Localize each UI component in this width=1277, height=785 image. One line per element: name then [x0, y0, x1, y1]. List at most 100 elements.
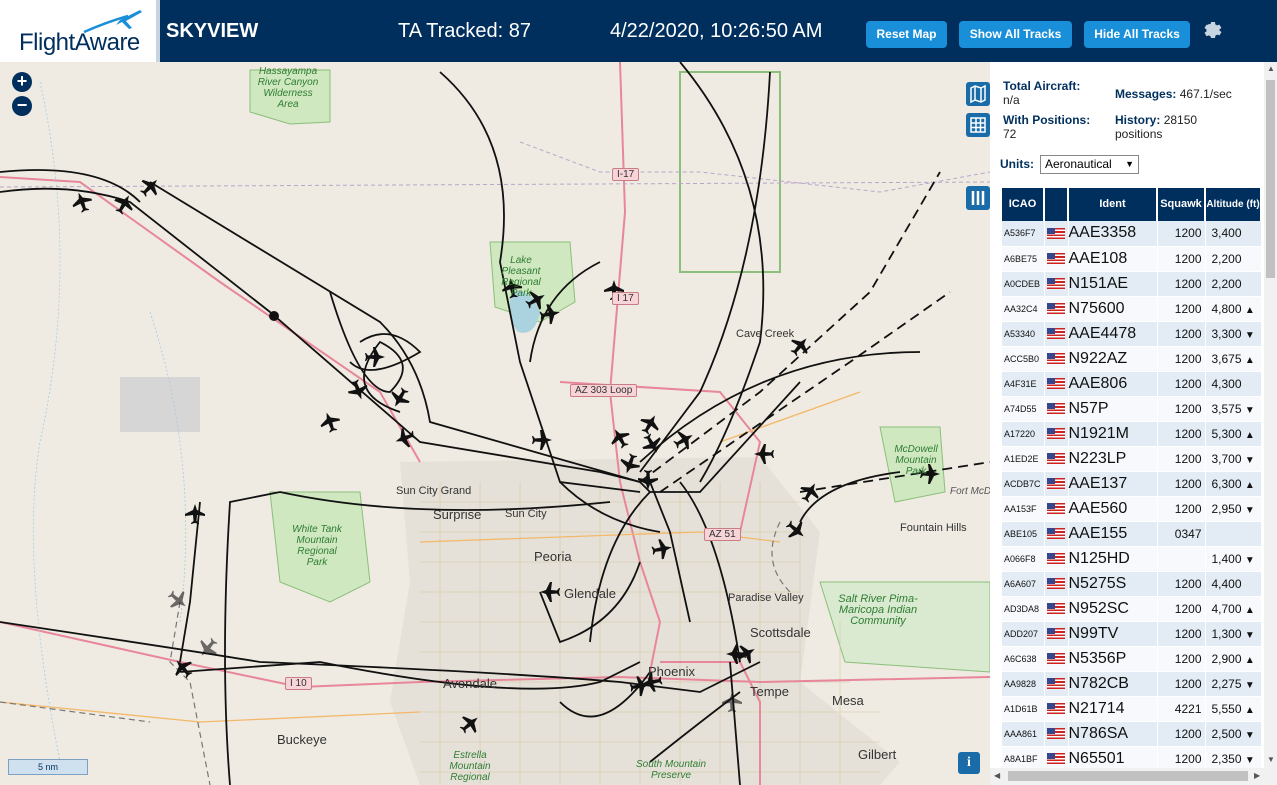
- aircraft-icon[interactable]: [638, 470, 658, 490]
- altitude-value: 4,400: [1211, 576, 1242, 591]
- altitude-cell: 2,500 ▼: [1205, 721, 1262, 747]
- scroll-left-arrow-icon[interactable]: ◀: [994, 771, 1000, 780]
- scroll-down-arrow-icon[interactable]: ▼: [1267, 755, 1275, 764]
- aircraft-icon[interactable]: [636, 410, 664, 438]
- altitude-cell: 2,200: [1205, 271, 1262, 297]
- table-row[interactable]: AA153F AAE560 1200 2,950 ▼: [1002, 496, 1262, 522]
- info-button[interactable]: i: [958, 752, 980, 774]
- table-row[interactable]: A536F7 AAE3358 1200 3,400: [1002, 221, 1262, 247]
- zoom-in-button[interactable]: +: [12, 72, 32, 92]
- aircraft-icon[interactable]: [345, 377, 371, 403]
- units-selected-value: Aeronautical: [1045, 157, 1112, 171]
- table-row[interactable]: A17220 N1921M 1200 5,300 ▲: [1002, 421, 1262, 447]
- column-header-flag[interactable]: [1044, 188, 1069, 221]
- flag-cell: [1044, 646, 1069, 672]
- table-row[interactable]: A4F31E AAE806 1200 4,300: [1002, 371, 1262, 397]
- aircraft-icon[interactable]: [317, 409, 343, 435]
- table-row[interactable]: AA32C4 N75600 1200 4,800 ▲: [1002, 296, 1262, 322]
- aircraft-icon[interactable]: [163, 585, 193, 615]
- flightaware-logo[interactable]: FlightAware: [0, 0, 160, 62]
- squawk-cell: 1200: [1157, 596, 1206, 622]
- flag-cell: [1044, 571, 1069, 597]
- table-row[interactable]: ACC5B0 N922AZ 1200 3,675 ▲: [1002, 346, 1262, 372]
- table-row[interactable]: A74D55 N57P 1200 3,575 ▼: [1002, 396, 1262, 422]
- altitude-cell: 2,275 ▼: [1205, 671, 1262, 697]
- scale-bar: 5 nm: [8, 759, 88, 775]
- column-header-icao[interactable]: ICAO: [1002, 188, 1045, 221]
- column-header-squawk[interactable]: Squawk: [1157, 188, 1206, 221]
- show-all-tracks-button[interactable]: Show All Tracks: [959, 21, 1072, 48]
- column-header-altitude[interactable]: Altitude (ft): [1205, 188, 1262, 221]
- aircraft-icon[interactable]: [670, 426, 698, 454]
- table-row[interactable]: A1ED2E N223LP 1200 3,700 ▼: [1002, 446, 1262, 472]
- table-row[interactable]: A1D61B N21714 4221 5,550 ▲: [1002, 696, 1262, 722]
- aircraft-icon[interactable]: [168, 653, 198, 683]
- reset-map-button[interactable]: Reset Map: [866, 21, 947, 48]
- aircraft-icon[interactable]: [455, 709, 485, 739]
- table-row[interactable]: A53340 AAE4478 1200 3,300 ▼: [1002, 321, 1262, 347]
- altitude-cell: 4,700 ▲: [1205, 596, 1262, 622]
- aircraft-icon[interactable]: [110, 190, 138, 218]
- aircraft-icon[interactable]: [781, 515, 811, 545]
- scroll-right-arrow-icon[interactable]: ▶: [1254, 771, 1260, 780]
- table-row[interactable]: A6BE75 AAE108 1200 2,200: [1002, 246, 1262, 272]
- table-row[interactable]: AA9828 N782CB 1200 2,275 ▼: [1002, 671, 1262, 697]
- altitude-trend-icon: ▲: [1244, 704, 1255, 716]
- table-row[interactable]: AD3DA8 N952SC 1200 4,700 ▲: [1002, 596, 1262, 622]
- table-row[interactable]: A066F8 N125HD 1,400 ▼: [1002, 546, 1262, 572]
- aircraft-icon[interactable]: [135, 172, 165, 202]
- scroll-up-arrow-icon[interactable]: ▲: [1267, 64, 1275, 73]
- table-row[interactable]: ADD207 N99TV 1200 1,300 ▼: [1002, 621, 1262, 647]
- horizontal-scroll-thumb[interactable]: [1008, 771, 1248, 781]
- aircraft-icon[interactable]: [617, 451, 643, 477]
- zoom-out-button[interactable]: −: [12, 96, 32, 116]
- aircraft-table: ICAO Ident Squawk Altitude (ft) A536F7 AA…: [1002, 188, 1262, 772]
- map-view[interactable]: I-17 I 17 AZ 303 Loop AZ 51 I 10 Cave Cr…: [0, 62, 990, 785]
- us-flag-icon: [1046, 702, 1065, 714]
- aircraft-icon[interactable]: [796, 478, 824, 506]
- altitude-value: 2,200: [1211, 276, 1242, 291]
- aircraft-icon[interactable]: [722, 692, 742, 712]
- icao-cell: ACC5B0: [1002, 346, 1045, 372]
- aircraft-icon[interactable]: [392, 425, 418, 451]
- table-row[interactable]: ABE105 AAE155 0347: [1002, 521, 1262, 547]
- table-row[interactable]: A0CDEB N151AE 1200 2,200: [1002, 271, 1262, 297]
- grid-toggle-button[interactable]: [966, 113, 990, 137]
- table-row[interactable]: AAA861 N786SA 1200 2,500 ▼: [1002, 721, 1262, 747]
- park-label: Lake Pleasant Regional Park: [501, 255, 541, 299]
- ident-cell: N5275S: [1068, 571, 1158, 597]
- squawk-cell: 1200: [1157, 221, 1206, 247]
- aircraft-icon[interactable]: [532, 430, 552, 450]
- units-select[interactable]: Aeronautical: [1040, 155, 1139, 174]
- aircraft-icon[interactable]: [540, 582, 560, 602]
- aircraft-icon[interactable]: [754, 444, 774, 464]
- place-label: Mesa: [832, 693, 864, 708]
- squawk-cell: 1200: [1157, 296, 1206, 322]
- aircraft-icon[interactable]: [638, 430, 666, 458]
- map-layers-button[interactable]: [966, 82, 990, 106]
- messages-value: 467.1/sec: [1179, 87, 1232, 101]
- aircraft-icon[interactable]: [69, 189, 95, 215]
- squawk-cell: 1200: [1157, 271, 1206, 297]
- aircraft-icon[interactable]: [193, 633, 223, 663]
- us-flag-icon: [1046, 227, 1065, 239]
- aircraft-icon[interactable]: [650, 537, 674, 561]
- horizontal-scrollbar[interactable]: ◀ ▶: [990, 768, 1277, 785]
- altitude-value: 6,300: [1211, 476, 1242, 491]
- aircraft-icon[interactable]: [185, 504, 205, 524]
- vertical-scrollbar[interactable]: ▲ ▼: [1264, 62, 1277, 768]
- column-header-ident[interactable]: Ident: [1068, 188, 1158, 221]
- hide-all-tracks-button[interactable]: Hide All Tracks: [1084, 21, 1190, 48]
- park-label: Salt River Pima-Maricopa Indian Communit…: [838, 593, 918, 627]
- table-row[interactable]: ACDB7C AAE137 1200 6,300 ▲: [1002, 471, 1262, 497]
- aircraft-icon[interactable]: [365, 347, 385, 367]
- aircraft-icon[interactable]: [386, 384, 414, 412]
- table-row[interactable]: A6A607 N5275S 1200 4,400: [1002, 571, 1262, 597]
- aircraft-icon[interactable]: [606, 424, 634, 452]
- road-shield: AZ 51: [704, 528, 741, 541]
- gear-icon[interactable]: [1201, 19, 1225, 43]
- aircraft-icon[interactable]: [538, 302, 562, 326]
- panel-toggle-button[interactable]: [966, 186, 990, 210]
- vertical-scroll-thumb[interactable]: [1266, 80, 1275, 278]
- table-row[interactable]: A6C638 N5356P 1200 2,900 ▲: [1002, 646, 1262, 672]
